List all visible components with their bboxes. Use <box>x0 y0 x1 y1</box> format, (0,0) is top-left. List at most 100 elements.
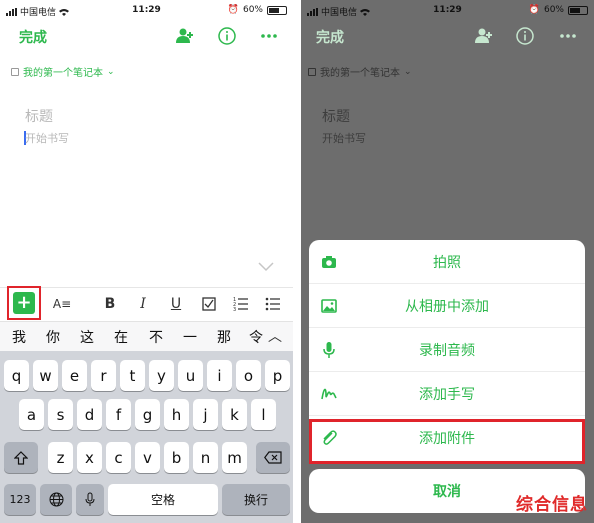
done-button[interactable]: 完成 <box>19 27 47 47</box>
notebook-icon <box>308 67 316 76</box>
note-title-input[interactable]: 标题 <box>25 106 53 126</box>
key-n[interactable]: n <box>193 442 218 473</box>
notebook-name: 我的第一个笔记本 <box>23 68 103 79</box>
globe-icon <box>49 492 63 507</box>
globe-key[interactable] <box>40 484 72 515</box>
key-i[interactable]: i <box>207 360 232 391</box>
status-bar: 中国电信 11:29 ⏰ 60% <box>301 0 594 22</box>
chevron-down-icon: ⌄ <box>107 66 115 77</box>
right-screenshot: 中国电信 11:29 ⏰ 60% 完成 我的第一个笔记本 ⌄ 标题 开始书写 拍… <box>301 0 594 523</box>
option-label: 添加手写 <box>419 386 475 403</box>
alarm-icon: ⏰ <box>528 5 540 15</box>
keyboard: q w e r t y u i o p a s d f g h j k l z … <box>0 351 293 523</box>
battery-percent: 60% <box>242 5 263 15</box>
key-b[interactable]: b <box>164 442 189 473</box>
status-bar: 中国电信 11:29 ⏰ 60% <box>0 0 293 22</box>
shift-key[interactable] <box>4 442 38 473</box>
key-s[interactable]: s <box>48 399 73 430</box>
key-j[interactable]: j <box>193 399 218 430</box>
nav-bar: 完成 <box>0 22 293 52</box>
key-k[interactable]: k <box>222 399 247 430</box>
highlight-box <box>309 419 585 464</box>
info-icon[interactable] <box>218 27 236 45</box>
key-v[interactable]: v <box>135 442 160 473</box>
note-body-input[interactable]: 开始书写 <box>25 130 69 146</box>
chevron-down-icon: ⌄ <box>404 66 412 77</box>
notebook-selector[interactable]: 我的第一个笔记本 ⌄ <box>11 64 115 79</box>
key-q[interactable]: q <box>4 360 29 391</box>
return-key[interactable]: 换行 <box>222 484 290 515</box>
key-w[interactable]: w <box>33 360 58 391</box>
key-a[interactable]: a <box>19 399 44 430</box>
panel-divider <box>293 0 301 523</box>
key-o[interactable]: o <box>236 360 261 391</box>
more-icon[interactable] <box>559 27 577 45</box>
candidate-word[interactable]: 这 <box>80 327 94 347</box>
italic-button[interactable]: I <box>133 294 153 314</box>
take-photo-option[interactable]: 拍照 <box>309 240 585 284</box>
record-audio-option[interactable]: 录制音频 <box>309 328 585 372</box>
note-body-input[interactable]: 开始书写 <box>322 130 366 146</box>
expand-candidates-icon[interactable]: ︿ <box>268 326 282 346</box>
nav-bar: 完成 <box>301 22 594 52</box>
text-style-button[interactable]: A≡ <box>52 294 72 314</box>
add-from-album-option[interactable]: 从相册中添加 <box>309 284 585 328</box>
notebook-name: 我的第一个笔记本 <box>320 68 400 79</box>
shift-icon <box>14 450 28 465</box>
key-f[interactable]: f <box>106 399 131 430</box>
left-screenshot: 中国电信 11:29 ⏰ 60% 完成 我的第一个笔记本 ⌄ 标题 开始书写 A… <box>0 0 293 523</box>
candidate-word[interactable]: 一 <box>183 327 197 347</box>
add-handwriting-option[interactable]: 添加手写 <box>309 372 585 416</box>
bullet-list-icon[interactable] <box>263 294 283 314</box>
key-t[interactable]: t <box>120 360 145 391</box>
key-p[interactable]: p <box>265 360 290 391</box>
svg-text:3: 3 <box>233 307 236 313</box>
key-h[interactable]: h <box>164 399 189 430</box>
option-label: 拍照 <box>433 254 461 271</box>
mic-key[interactable] <box>76 484 104 515</box>
candidate-word[interactable]: 不 <box>149 327 163 347</box>
key-z[interactable]: z <box>48 442 73 473</box>
key-r[interactable]: r <box>91 360 116 391</box>
notebook-selector[interactable]: 我的第一个笔记本 ⌄ <box>308 64 412 79</box>
alarm-icon: ⏰ <box>227 5 239 15</box>
candidate-word[interactable]: 你 <box>46 327 60 347</box>
battery-icon <box>568 5 588 15</box>
collapse-keyboard-icon[interactable] <box>258 262 274 272</box>
underline-button[interactable]: U <box>166 294 186 314</box>
info-icon[interactable] <box>516 27 534 45</box>
note-title-input[interactable]: 标题 <box>322 106 350 126</box>
key-u[interactable]: u <box>178 360 203 391</box>
key-x[interactable]: x <box>77 442 102 473</box>
space-key[interactable]: 空格 <box>108 484 218 515</box>
share-user-icon[interactable] <box>176 27 194 45</box>
more-icon[interactable] <box>260 27 278 45</box>
numbers-key[interactable]: 123 <box>4 484 36 515</box>
numbered-list-icon[interactable]: 123 <box>231 294 251 314</box>
key-g[interactable]: g <box>135 399 160 430</box>
key-e[interactable]: e <box>62 360 87 391</box>
format-toolbar: A≡ B I U 123 <box>0 287 293 319</box>
share-user-icon[interactable] <box>475 27 493 45</box>
candidate-word[interactable]: 在 <box>114 327 128 347</box>
delete-key[interactable] <box>256 442 290 473</box>
battery-percent: 60% <box>543 5 564 15</box>
key-l[interactable]: l <box>251 399 276 430</box>
option-label: 从相册中添加 <box>405 298 489 315</box>
candidate-word[interactable]: 我 <box>12 327 26 347</box>
bold-button[interactable]: B <box>100 294 120 314</box>
candidate-word[interactable]: 令 <box>249 327 263 347</box>
key-y[interactable]: y <box>149 360 174 391</box>
candidate-word[interactable]: 那 <box>217 327 231 347</box>
key-c[interactable]: c <box>106 442 131 473</box>
candidate-bar: 我 你 这 在 不 一 那 令 ︿ <box>0 321 293 351</box>
plus-icon: + <box>13 292 35 314</box>
watermark-text: 综合信息 <box>516 495 588 515</box>
key-d[interactable]: d <box>77 399 102 430</box>
add-attachment-button[interactable]: + <box>7 286 41 320</box>
battery-icon <box>267 5 287 15</box>
checkbox-icon[interactable] <box>199 294 219 314</box>
done-button[interactable]: 完成 <box>316 27 344 47</box>
microphone-icon <box>85 492 95 506</box>
key-m[interactable]: m <box>222 442 247 473</box>
